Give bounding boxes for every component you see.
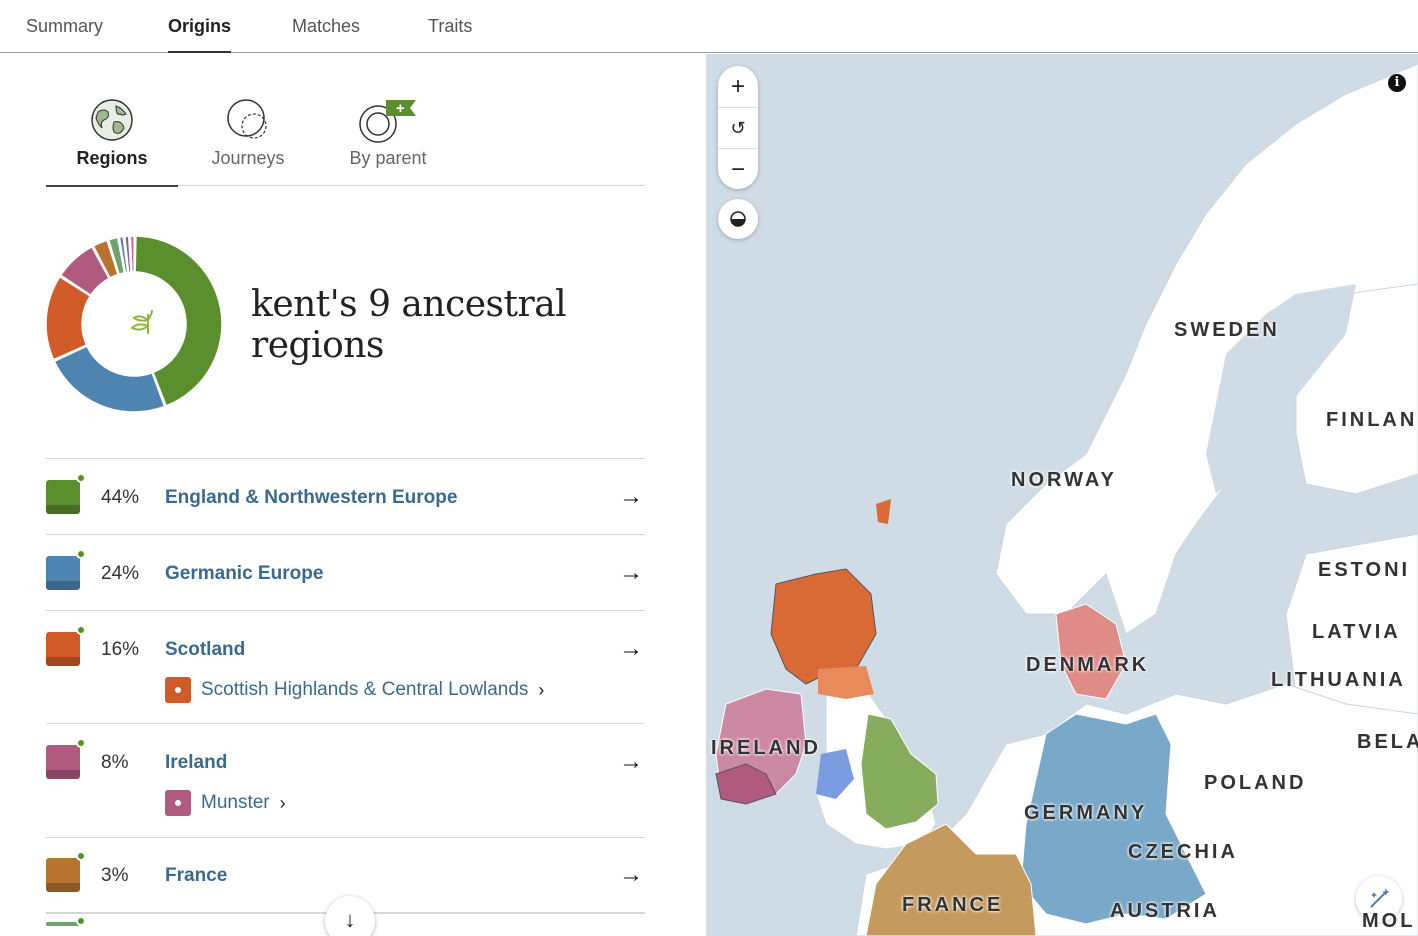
region-name[interactable]: Scotland — [165, 639, 245, 661]
subregion-swatch — [165, 677, 191, 703]
region-swatch — [46, 745, 80, 779]
region-name[interactable]: Germanic Europe — [165, 563, 323, 585]
by-parent-icon: + — [359, 100, 416, 143]
subregion-name: Scottish Highlands & Central Lowlands — [201, 679, 529, 700]
map-label-ireland: IRELAND — [711, 737, 821, 759]
zoom-in-button[interactable]: + — [718, 66, 758, 107]
map-label-latvia: LATVIA — [1312, 621, 1401, 643]
tab-summary[interactable]: Summary — [26, 16, 103, 37]
map-label-estonia: ESTONI — [1318, 559, 1411, 581]
subregion-link-scottish-highlands[interactable]: Scottish Highlands & Central Lowlands › — [165, 677, 544, 703]
region-percent: 8% — [101, 752, 129, 773]
region-name[interactable]: England & Northwestern Europe — [165, 487, 457, 509]
svg-text:+: + — [396, 100, 405, 117]
journeys-icon — [227, 99, 267, 139]
new-indicator-dot — [76, 473, 86, 483]
arrow-right-icon[interactable]: → — [619, 559, 643, 587]
region-row-england[interactable]: 44% England & Northwestern Europe → — [46, 458, 645, 534]
region-percent: 16% — [101, 639, 140, 660]
arrow-right-icon[interactable]: → — [619, 748, 643, 776]
region-list: 44% England & Northwestern Europe → 24% … — [46, 458, 645, 926]
tab-matches[interactable]: Matches — [292, 16, 360, 37]
map-label-finland: FINLAN — [1326, 409, 1418, 431]
arrow-right-icon[interactable]: → — [619, 483, 643, 511]
arrow-right-icon[interactable]: → — [619, 635, 643, 663]
globe-icon — [91, 99, 133, 141]
region-swatch — [46, 922, 80, 926]
map-label-germany: GERMANY — [1024, 802, 1148, 824]
subtab-by-parent[interactable]: + By parent — [324, 94, 452, 186]
region-percent: 24% — [101, 563, 140, 584]
subregion-link-munster[interactable]: Munster › — [165, 790, 286, 816]
arrow-right-icon[interactable]: → — [619, 861, 643, 889]
map-label-austria: AUSTRIA — [1110, 900, 1220, 922]
region-percent: 3% — [101, 865, 129, 886]
map-label-sweden: SWEDEN — [1174, 319, 1280, 341]
contrast-toggle-button[interactable] — [718, 199, 758, 239]
region-swatch — [46, 556, 80, 590]
map-label-norway: NORWAY — [1011, 469, 1117, 491]
new-indicator-dot — [76, 549, 86, 559]
region-row-scotland[interactable]: 16% Scotland → Scottish Highlands & Cent… — [46, 610, 645, 723]
region-row-germanic[interactable]: 24% Germanic Europe → — [46, 534, 645, 610]
map-label-moldova: MOL — [1362, 910, 1416, 932]
map-label-france: FRANCE — [902, 894, 1004, 916]
subregion-swatch — [165, 790, 191, 816]
chevron-right-icon: › — [538, 679, 545, 700]
zoom-controls: + ↺ − — [718, 66, 758, 189]
origins-panel: Regions Journeys + By parent kent's 9 an… — [0, 54, 706, 936]
ancestry-map[interactable]: + ↺ − i SWEDEN FINLAN NORWAY ESTONI LATV… — [706, 54, 1418, 936]
tab-origins[interactable]: Origins — [168, 16, 232, 53]
contrast-icon — [730, 211, 746, 227]
view-subtabs: Regions Journeys + By parent — [46, 94, 645, 187]
zoom-out-button[interactable]: − — [718, 148, 758, 189]
new-indicator-dot — [76, 625, 86, 635]
new-indicator-dot — [76, 738, 86, 748]
ancestry-donut-chart — [44, 234, 224, 414]
subtab-by-parent-label: By parent — [349, 148, 427, 168]
region-swatch — [46, 632, 80, 666]
map-label-belarus: BELA — [1357, 731, 1418, 753]
region-swatch — [46, 480, 80, 514]
region-percent: 44% — [101, 487, 140, 508]
top-nav: Summary Origins Matches Traits — [0, 0, 1418, 53]
page-title: kent's 9 ancestral regions — [251, 284, 567, 366]
info-icon[interactable]: i — [1388, 74, 1406, 92]
new-indicator-dot — [76, 916, 86, 926]
leaf-logo-icon — [130, 309, 153, 334]
subregion-name: Munster — [201, 792, 270, 813]
region-name[interactable]: Ireland — [165, 752, 227, 774]
reset-view-button[interactable]: ↺ — [718, 107, 758, 148]
region-row-ireland[interactable]: 8% Ireland → Munster › — [46, 723, 645, 837]
subtab-regions-label: Regions — [76, 148, 148, 168]
map-label-denmark: DENMARK — [1026, 654, 1150, 676]
region-swatch — [46, 858, 80, 892]
chevron-right-icon: › — [279, 792, 286, 813]
region-name[interactable]: France — [165, 865, 227, 887]
map-label-poland: POLAND — [1204, 772, 1307, 794]
donut-slice — [53, 345, 166, 413]
new-indicator-dot — [76, 851, 86, 861]
subtab-journeys-label: Journeys — [211, 148, 285, 168]
map-label-czechia: CZECHIA — [1128, 841, 1238, 863]
tab-traits[interactable]: Traits — [428, 16, 472, 37]
subtab-journeys[interactable]: Journeys — [178, 94, 318, 186]
subtab-regions[interactable]: Regions — [46, 94, 178, 187]
donut-slice — [129, 235, 135, 273]
map-label-lithuania: LITHUANIA — [1271, 669, 1406, 691]
